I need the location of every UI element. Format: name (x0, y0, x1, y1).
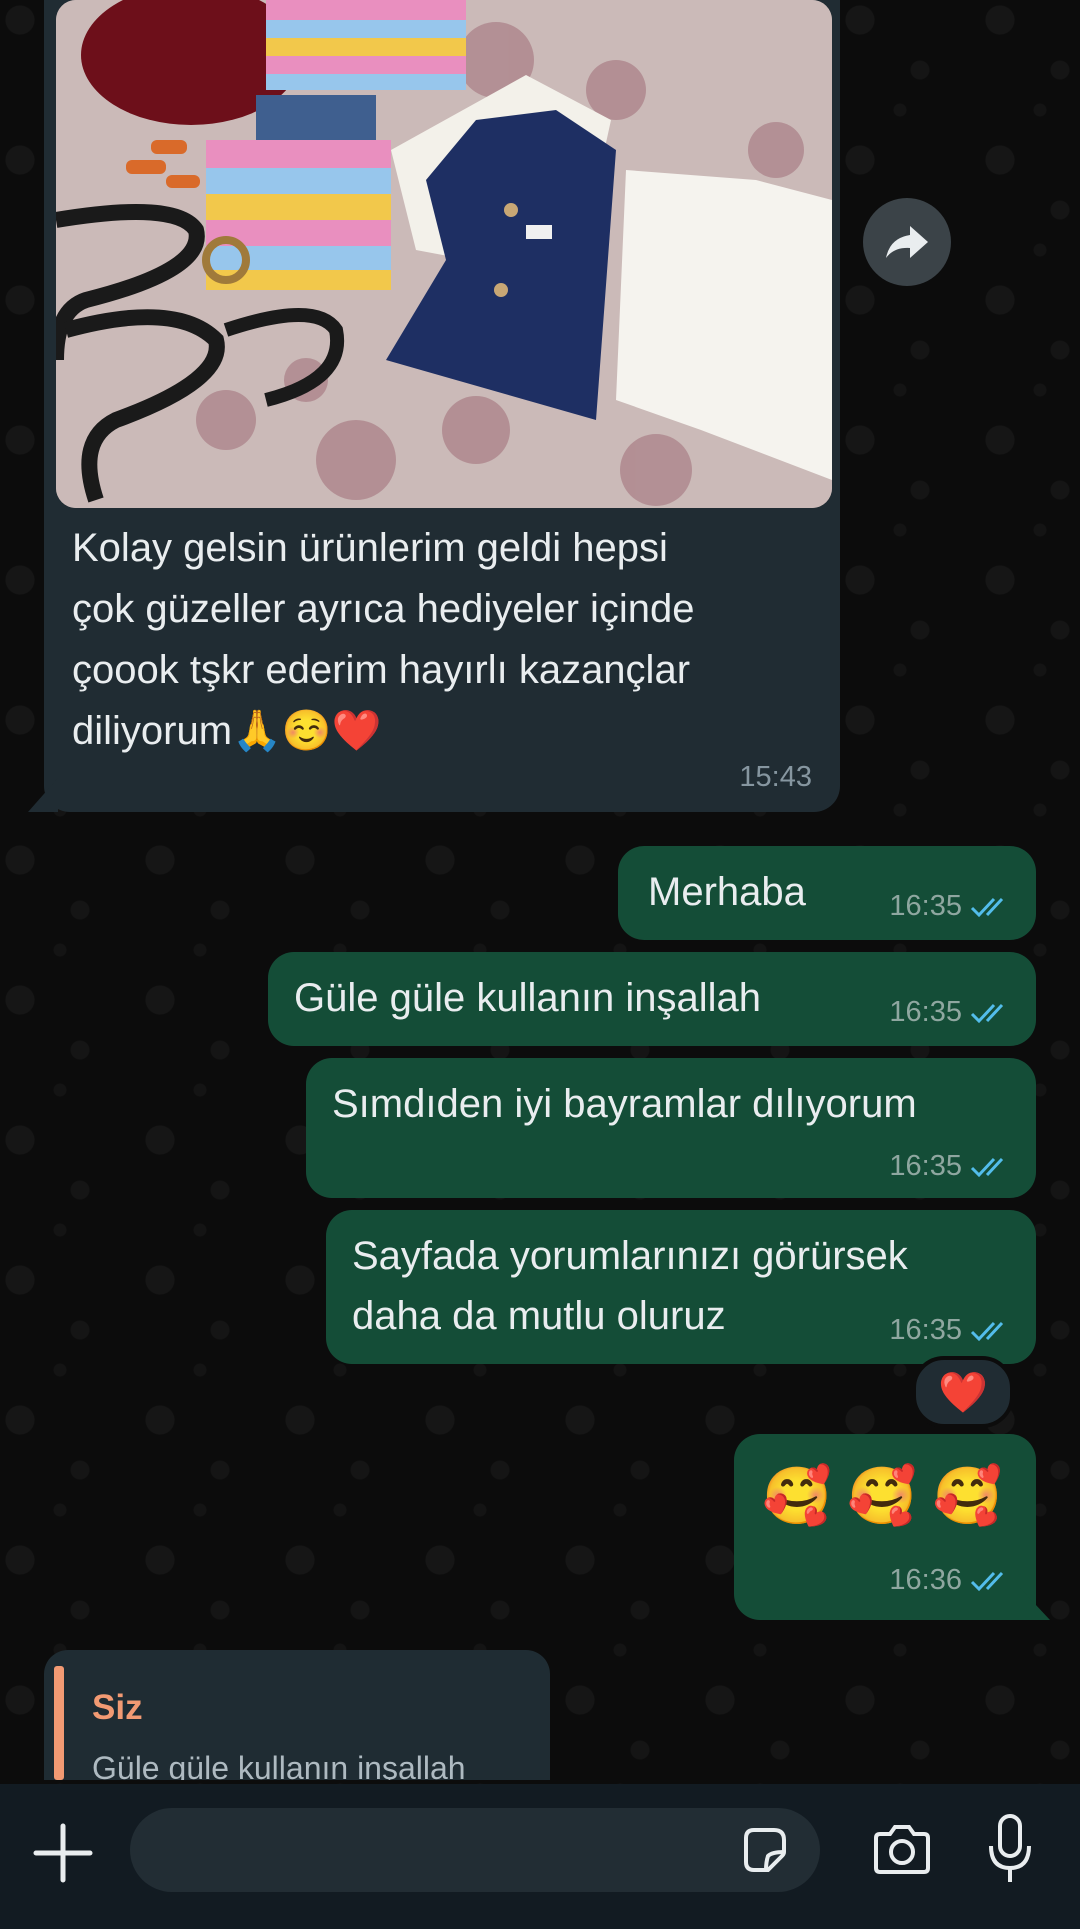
message-meta: 16:35 (889, 996, 1012, 1029)
reply-accent-bar (54, 1666, 64, 1780)
incoming-photo-message[interactable]: Kolay gelsin ürünlerim geldi hepsi çok g… (44, 0, 840, 812)
outgoing-message[interactable]: 🥰 🥰 🥰 16:36 (734, 1434, 1036, 1620)
chat-screen: Kolay gelsin ürünlerim geldi hepsi çok g… (0, 0, 1080, 1929)
message-photo[interactable] (56, 0, 832, 508)
camera-button[interactable] (870, 1822, 934, 1878)
reply-quoted-text: Güle güle kullanın inşallah (92, 1750, 466, 1780)
message-meta: 16:35 (889, 1314, 1012, 1347)
photo-caption: Kolay gelsin ürünlerim geldi hepsi çok g… (72, 518, 812, 762)
caption-line: çoook tşkr ederim hayırlı kazançlar (72, 648, 691, 692)
message-time: 16:35 (889, 1150, 962, 1182)
microphone-icon (989, 1814, 1031, 1882)
message-reaction[interactable]: ❤️ (912, 1356, 1014, 1428)
reply-sender: Siz (92, 1688, 143, 1727)
photo-image (56, 0, 832, 508)
outgoing-message[interactable]: Güle güle kullanın inşallah 16:35 (268, 952, 1036, 1046)
message-text: Güle güle kullanın inşallah (294, 976, 761, 1020)
message-text: Sımdıden iyi bayramlar dılıyorum (332, 1082, 917, 1126)
camera-icon (874, 1825, 930, 1874)
attach-button[interactable] (30, 1820, 96, 1886)
message-time: 15:43 (739, 761, 812, 793)
forward-button[interactable] (863, 198, 951, 286)
microphone-button[interactable] (985, 1812, 1035, 1888)
message-text-line: daha da mutlu oluruz (352, 1294, 726, 1338)
read-receipt-icon (970, 1571, 1004, 1591)
message-composer (0, 1784, 1080, 1929)
outgoing-message[interactable]: Sayfada yorumlarınızı görürsek daha da m… (326, 1210, 1036, 1364)
read-receipt-icon (970, 1321, 1004, 1341)
message-meta: 16:35 (889, 890, 1012, 923)
message-time: 16:35 (889, 996, 962, 1028)
message-meta: 16:36 (889, 1564, 1012, 1597)
reply-preview[interactable]: Siz Güle güle kullanın inşallah (44, 1650, 550, 1780)
read-receipt-icon (970, 1003, 1004, 1023)
read-receipt-icon (970, 1157, 1004, 1177)
message-time: 16:35 (889, 890, 962, 922)
outgoing-message[interactable]: Merhaba 16:35 (618, 846, 1036, 940)
message-text: Merhaba (648, 870, 806, 914)
caption-line: Kolay gelsin ürünlerim geldi hepsi (72, 526, 668, 570)
message-meta: 16:35 (889, 1150, 1012, 1183)
sticker-button[interactable] (738, 1824, 790, 1876)
message-text: 🥰 🥰 🥰 (762, 1464, 1003, 1527)
heart-reaction-emoji: ❤️ (938, 1370, 988, 1415)
message-input[interactable] (130, 1808, 820, 1892)
caption-line: çok güzeller ayrıca hediyeler içinde (72, 587, 695, 631)
plus-icon (33, 1823, 93, 1883)
outgoing-message[interactable]: Sımdıden iyi bayramlar dılıyorum 16:35 (306, 1058, 1036, 1198)
sticker-icon (744, 1828, 786, 1872)
forward-icon (886, 226, 928, 258)
caption-line: diliyorum🙏☺️❤️ (72, 709, 382, 753)
message-time: 16:36 (889, 1564, 962, 1596)
message-time: 16:35 (889, 1314, 962, 1346)
read-receipt-icon (970, 897, 1004, 917)
message-text-line: Sayfada yorumlarınızı görürsek (352, 1234, 908, 1278)
